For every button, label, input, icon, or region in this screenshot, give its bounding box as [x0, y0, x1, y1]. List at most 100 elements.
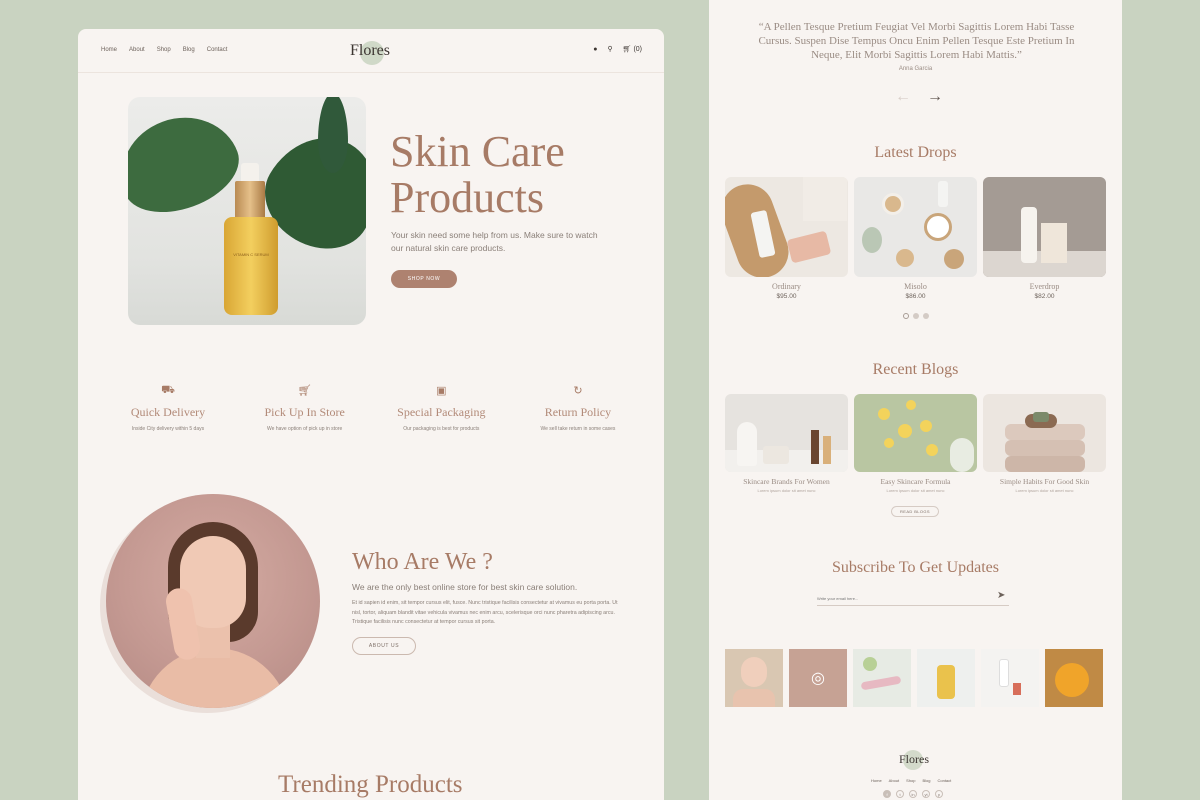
about-us-button[interactable]: ABOUT US [352, 637, 416, 655]
product-name: Ordinary [772, 282, 801, 291]
nav-home[interactable]: Home [101, 47, 117, 53]
leaf-stem [318, 97, 348, 173]
product-image [725, 177, 848, 277]
towel [1005, 440, 1085, 456]
lemon-slice [898, 424, 912, 438]
arrow-left-icon[interactable]: ← [895, 88, 911, 106]
bottle-collar [235, 181, 265, 219]
shop-now-button[interactable]: SHOP NOW [391, 270, 457, 288]
search-icon[interactable]: ⚲ [607, 45, 612, 53]
cart-icon: 🛒︎ [297, 385, 312, 397]
gallery-tile[interactable] [981, 649, 1039, 707]
instagram-overlay: ◎ [789, 649, 847, 707]
jar [924, 213, 952, 241]
carousel-dot[interactable] [903, 313, 909, 319]
jar [944, 249, 964, 269]
feature-packaging: ▣ Special Packaging Our packaging is bes… [381, 384, 501, 432]
nav-about[interactable]: About [129, 47, 145, 53]
blog-title: Simple Habits For Good Skin [999, 477, 1090, 486]
vase [737, 422, 757, 466]
lemon-slice [926, 444, 938, 456]
email-input[interactable] [817, 592, 1009, 606]
product-price: $82.00 [1034, 293, 1055, 300]
product-price: $86.00 [905, 293, 926, 300]
footer-link-contact[interactable]: Contact [937, 778, 951, 783]
send-icon[interactable]: ➤ [997, 590, 1005, 601]
gallery-orange [1055, 663, 1089, 697]
blog-title: Skincare Brands For Women [743, 477, 830, 486]
product-price: $95.00 [776, 293, 797, 300]
latest-drops-list: Ordinary $95.00 Misolo $86.00 Everdrop $… [725, 177, 1106, 300]
hero-subtitle: Your skin need some help from us. Make s… [391, 230, 598, 253]
footer-link-shop[interactable]: Shop [906, 778, 915, 783]
gallery-bottle [1013, 683, 1021, 695]
feature-title: Pick Up In Store [264, 405, 345, 419]
hero-image: VITAMIN C SERUM [128, 97, 366, 325]
product-card[interactable]: Ordinary $95.00 [725, 177, 848, 300]
portrait-image [106, 494, 320, 708]
towel [803, 177, 847, 221]
refresh-icon: ↻ [573, 385, 583, 397]
blog-image [725, 394, 848, 472]
recent-blogs-title: Recent Blogs [872, 361, 959, 378]
feature-return-policy: ↻ Return Policy We sell take return in s… [518, 384, 638, 432]
bottle [938, 181, 948, 207]
bottle [1021, 207, 1037, 263]
towel [1005, 456, 1085, 472]
gallery-cucumber [863, 657, 877, 671]
truck-icon: ⛟ [161, 384, 175, 396]
youtube-icon[interactable]: yt [922, 790, 930, 798]
twitter-icon[interactable]: t [896, 790, 904, 798]
blog-card[interactable]: Skincare Brands For Women Lorem ipsum do… [725, 394, 848, 493]
cart-count: (0) [633, 46, 642, 53]
feature-pick-up: 🛒︎ Pick Up In Store We have option of pi… [245, 384, 365, 432]
feature-desc: We sell take return in some cases [540, 426, 616, 432]
blog-meta: Lorem ipsum dolor sit amet nunc [1015, 488, 1074, 493]
bottle-label: VITAMIN C SERUM [233, 252, 269, 257]
gallery-tube [860, 675, 902, 691]
logo[interactable]: Flores [348, 39, 398, 65]
blog-card[interactable]: Simple Habits For Good Skin Lorem ipsum … [983, 394, 1106, 493]
carousel-dots [903, 313, 929, 319]
footer-link-home[interactable]: Home [871, 778, 882, 783]
lemon-slice [920, 420, 932, 432]
footer-logo[interactable]: Flores [891, 748, 941, 772]
blog-image [983, 394, 1106, 472]
feature-desc: We have option of pick up in store [267, 426, 343, 432]
footer-link-blog[interactable]: Blog [922, 778, 930, 783]
footer-link-about[interactable]: About [889, 778, 899, 783]
instagram-gallery: ◎ [725, 649, 1103, 707]
product-name: Everdrop [1029, 282, 1060, 291]
blog-card[interactable]: Easy Skincare Formula Lorem ipsum dolor … [854, 394, 977, 493]
gallery-hands [733, 689, 775, 707]
product-card[interactable]: Everdrop $82.00 [983, 177, 1106, 300]
gift-icon: ▣ [436, 385, 447, 397]
facebook-icon[interactable]: f [883, 790, 891, 798]
feature-desc: Inside City delivery within 5 days [131, 426, 205, 432]
nav-shop[interactable]: Shop [157, 47, 171, 53]
carousel-dot[interactable] [913, 313, 919, 319]
carousel-dot[interactable] [923, 313, 929, 319]
nav-icons: ● ⚲ 🛒︎ (0) [593, 45, 642, 54]
cart-button[interactable]: 🛒︎ (0) [623, 45, 642, 53]
gallery-tile[interactable] [917, 649, 975, 707]
hero-title-line2: Products [390, 173, 544, 222]
read-blogs-button[interactable]: READ BLOGS [891, 506, 939, 517]
bottle [811, 430, 819, 464]
tube [786, 230, 832, 264]
blog-image [854, 394, 977, 472]
gallery-tile[interactable] [1045, 649, 1103, 707]
pinterest-icon[interactable]: p [935, 790, 943, 798]
gallery-face [741, 657, 767, 687]
nav-blog[interactable]: Blog [183, 47, 195, 53]
gallery-tile[interactable] [853, 649, 911, 707]
arrow-right-icon[interactable]: → [927, 88, 943, 106]
gallery-tile[interactable]: ◎ [789, 649, 847, 707]
nav-contact[interactable]: Contact [207, 47, 228, 53]
gallery-bottle [999, 659, 1009, 687]
gallery-tile[interactable] [725, 649, 783, 707]
product-card[interactable]: Misolo $86.00 [854, 177, 977, 300]
user-icon[interactable]: ● [593, 46, 597, 53]
linkedin-icon[interactable]: in [909, 790, 917, 798]
top-navigation: Home About Shop Blog Contact Flores ● ⚲ … [78, 29, 664, 73]
